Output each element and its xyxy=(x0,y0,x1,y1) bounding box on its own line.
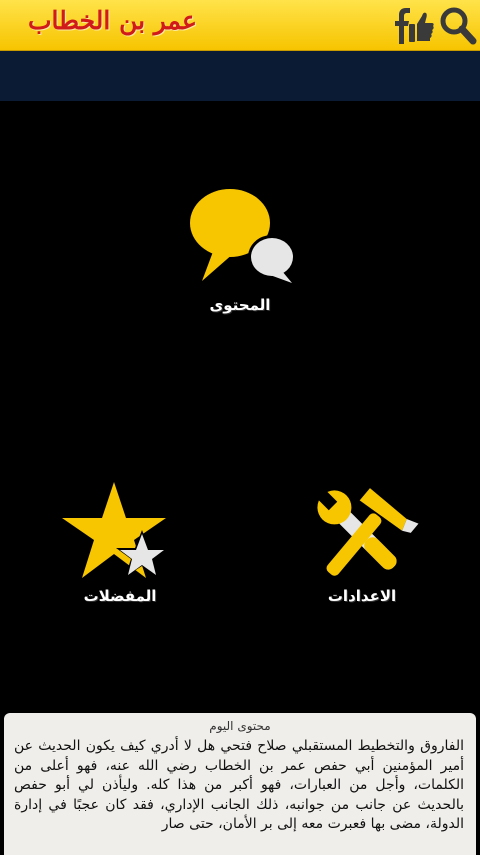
favorites-label: المفضلات xyxy=(83,587,157,605)
favorites-tile[interactable]: المفضلات xyxy=(60,480,180,610)
star-icon xyxy=(62,482,168,578)
today-title: محتوى اليوم xyxy=(209,719,271,733)
app-header: عمر بن الخطاب xyxy=(0,0,480,51)
app-title: عمر بن الخطاب xyxy=(28,6,197,35)
today-content-panel[interactable]: محتوى اليوم الفاروق والتخطيط المستقبلي ص… xyxy=(4,713,476,855)
content-label: المحتوى xyxy=(209,296,271,314)
like-icon[interactable] xyxy=(407,4,435,46)
content-tile[interactable]: المحتوى xyxy=(180,183,300,323)
sub-header-bar xyxy=(0,51,480,101)
today-text: الفاروق والتخطيط المستقبلي صلاح فتحي هل … xyxy=(14,738,464,832)
chat-bubbles-icon xyxy=(190,189,296,283)
tools-icon xyxy=(314,487,419,576)
settings-label: الاعدادات xyxy=(327,587,397,605)
search-icon[interactable] xyxy=(438,4,478,46)
settings-tile[interactable]: الاعدادات xyxy=(302,480,422,610)
